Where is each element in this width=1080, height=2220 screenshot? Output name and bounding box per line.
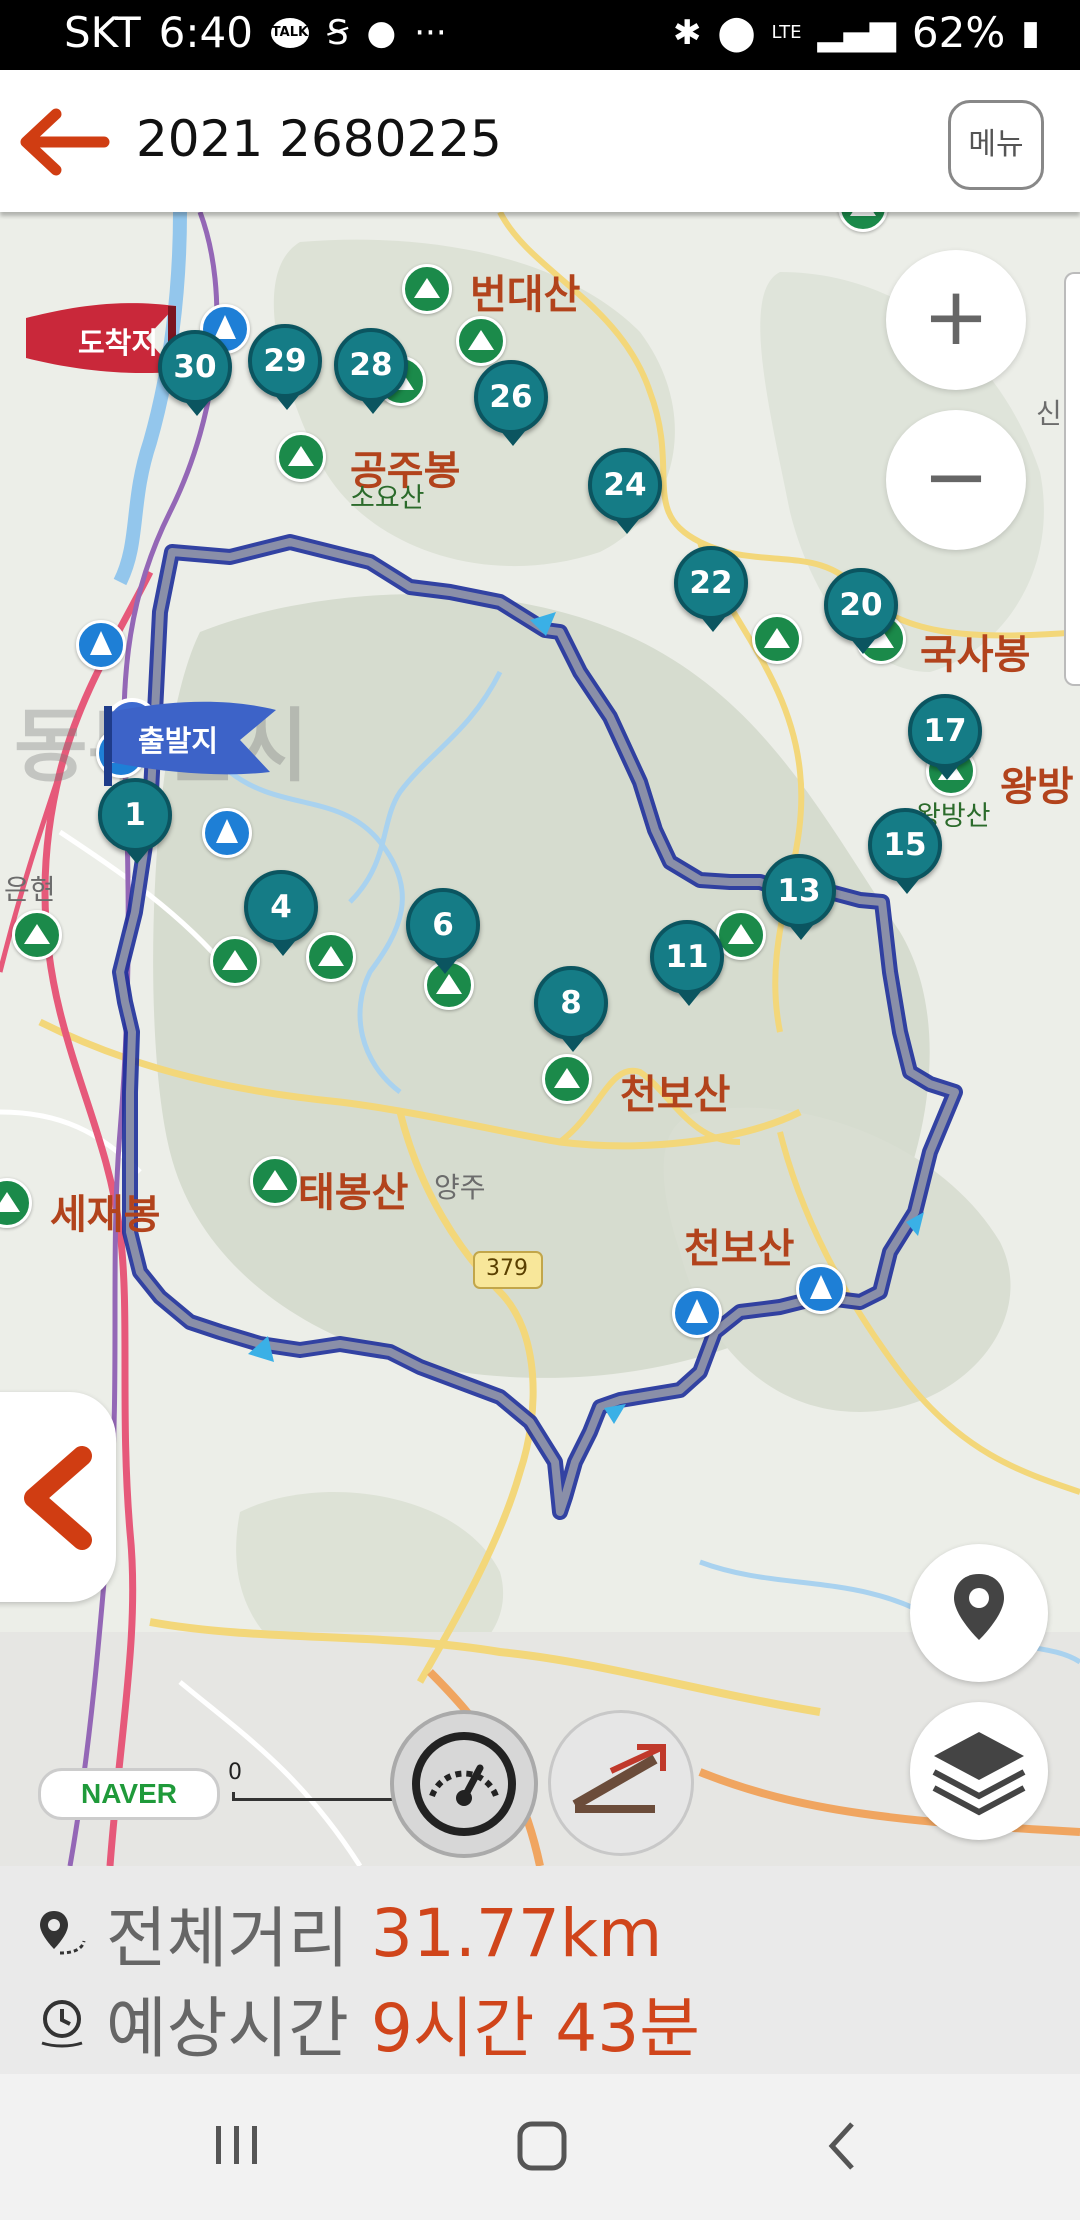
waypoint-8[interactable]: 8: [534, 966, 608, 1052]
distance-row: 전체거리 31.77km: [34, 1888, 662, 1978]
map-layers-button[interactable]: [910, 1702, 1048, 1840]
mountain-marker[interactable]: [12, 910, 62, 960]
waypoint-15[interactable]: 15: [868, 808, 942, 894]
forest-marker[interactable]: [202, 808, 252, 858]
incline-icon: [572, 1744, 666, 1813]
waypoint-28[interactable]: 28: [334, 328, 408, 414]
waypoint-4[interactable]: 4: [244, 870, 318, 956]
system-back-button[interactable]: [822, 2118, 862, 2174]
app-bar: 2021 2680225 메뉴: [0, 70, 1080, 212]
label-beondaesan: 번대산: [470, 272, 581, 318]
label-sin-partial: 신: [1036, 397, 1062, 430]
highway-number-379: 379: [486, 1256, 528, 1281]
time-row: 예상시간 9시간 43분: [34, 1978, 700, 2068]
map-view[interactable]: 3 379 동두천시 번대산 공주봉 소요산 국사봉 왕방 왕방산 천보산 천보…: [0, 212, 1080, 1866]
route-summary: 전체거리 31.77km 예상시간 9시간 43분: [0, 1866, 1080, 2074]
distance-label: 전체거리: [106, 1900, 349, 1977]
location-pin-icon: [954, 1574, 1004, 1640]
mountain-marker[interactable]: [276, 432, 326, 482]
map-scale: 0: [228, 1760, 401, 1804]
collapse-panel-button[interactable]: [0, 1392, 116, 1602]
back-arrow-icon: [20, 108, 110, 176]
chevron-left-icon: [24, 1446, 92, 1550]
chat-bubble-icon: ●: [366, 12, 397, 53]
layers-icon: [932, 1732, 1026, 1816]
kakaotalk-icon: TALK: [270, 17, 309, 48]
route-pin-icon: [40, 1911, 86, 1955]
forest-marker[interactable]: [672, 1288, 722, 1338]
label-cheonbosan-2: 천보산: [684, 1226, 795, 1272]
waypoint-24[interactable]: 24: [588, 448, 662, 534]
start-flag: 출발지: [90, 696, 280, 786]
system-nav-bar: [0, 2074, 1080, 2220]
slope-profile-button[interactable]: [548, 1710, 694, 1856]
page-title: 2021 2680225: [136, 110, 502, 168]
time-value: 9시간 43분: [370, 1990, 701, 2067]
waypoint-6[interactable]: 6: [406, 888, 480, 974]
waypoint-30[interactable]: 30: [158, 330, 232, 416]
speedometer-button[interactable]: [390, 1710, 538, 1858]
battery-icon: ▮: [1021, 12, 1040, 53]
waypoint-20[interactable]: 20: [824, 568, 898, 654]
notification-s-icon: Ꞩ: [326, 12, 349, 53]
mountain-marker[interactable]: [542, 1054, 592, 1104]
lte-icon: LTE: [771, 21, 802, 43]
location-icon: ⬤: [717, 12, 756, 53]
label-soyosan: 소요산: [350, 483, 425, 514]
more-notifications-icon: ···: [414, 12, 447, 53]
label-eunhyeon: 은현: [4, 873, 56, 906]
mountain-marker[interactable]: [456, 316, 506, 366]
bluetooth-icon: ✱: [672, 12, 702, 53]
side-panel-handle[interactable]: [1064, 272, 1080, 686]
battery-percent: 62%: [911, 8, 1006, 57]
label-taebongsan: 태봉산: [298, 1170, 409, 1216]
waypoint-22[interactable]: 22: [674, 546, 748, 632]
finish-flag-label: 도착지: [78, 326, 159, 360]
status-bar: SKT 6:40 TALK Ꞩ ● ··· ✱ ⬤ LTE ▂▄▆ 62% ▮: [0, 0, 1080, 70]
waypoint-17[interactable]: 17: [908, 694, 982, 780]
clock-icon: [41, 2000, 83, 2048]
distance-value: 31.77km: [370, 1894, 663, 1972]
label-wangbang: 왕방: [1000, 764, 1074, 810]
back-button[interactable]: [18, 104, 110, 180]
forest-marker[interactable]: [76, 620, 126, 670]
menu-button[interactable]: 메뉴: [948, 100, 1044, 190]
mountain-marker[interactable]: [250, 1156, 300, 1206]
label-yangju: 양주: [434, 1171, 486, 1204]
scale-zero-label: 0: [228, 1760, 242, 1785]
carrier-label: SKT: [64, 8, 141, 57]
zoom-in-button[interactable]: +: [886, 250, 1026, 390]
signal-icon: ▂▄▆: [817, 12, 896, 53]
mountain-marker[interactable]: [752, 614, 802, 664]
label-guksabong: 국사봉: [920, 632, 1031, 678]
label-cheonbosan: 천보산: [620, 1072, 731, 1118]
mountain-marker[interactable]: [210, 936, 260, 986]
naver-logo: NAVER: [38, 1768, 220, 1820]
forest-marker[interactable]: [796, 1264, 846, 1314]
waypoint-29[interactable]: 29: [248, 324, 322, 410]
waypoint-13[interactable]: 13: [762, 854, 836, 940]
label-sejaebong: 세재봉: [50, 1192, 161, 1238]
waypoint-11[interactable]: 11: [650, 920, 724, 1006]
mountain-marker[interactable]: [306, 932, 356, 982]
waypoint-1[interactable]: 1: [98, 778, 172, 864]
recent-apps-button[interactable]: [212, 2118, 262, 2174]
mountain-marker[interactable]: [402, 264, 452, 314]
my-location-button[interactable]: [910, 1544, 1048, 1682]
speedometer-icon: [412, 1732, 516, 1836]
waypoint-26[interactable]: 26: [474, 360, 548, 446]
home-button[interactable]: [514, 2118, 570, 2174]
start-flag-label: 출발지: [138, 724, 219, 758]
scale-bar: [232, 1792, 401, 1801]
time-label: 예상시간: [106, 1990, 349, 2067]
zoom-out-button[interactable]: −: [886, 410, 1026, 550]
clock: 6:40: [158, 8, 253, 57]
